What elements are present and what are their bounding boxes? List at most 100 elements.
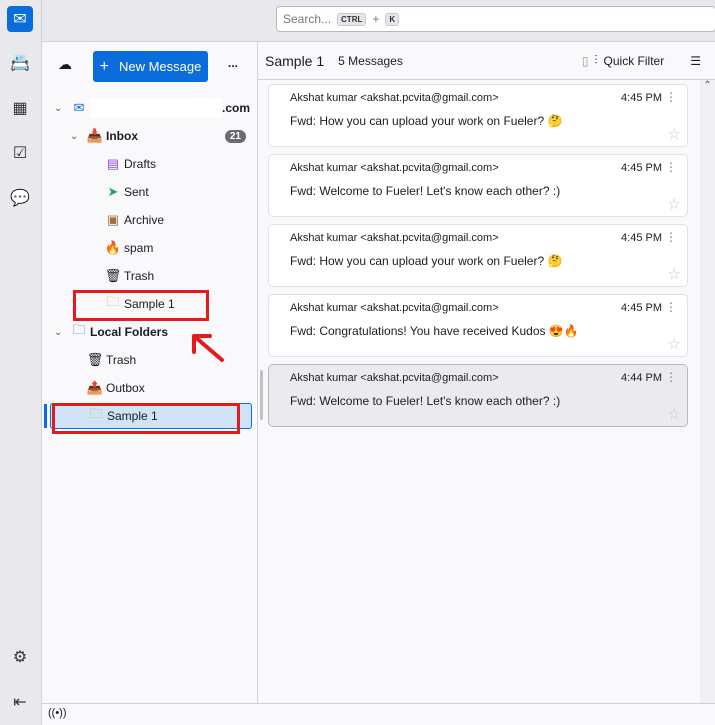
collapse-icon[interactable]: ⇤ — [7, 689, 33, 715]
account-label: .com — [222, 101, 251, 115]
message-list-pane: Sample 1 5 Messages ▯ ⫶ Quick Filter ☰ A… — [258, 42, 715, 703]
more-menu-button[interactable]: ... — [228, 56, 238, 70]
folder-label: Local Folders — [90, 325, 169, 339]
chevron-down-icon: ⌄ — [54, 102, 63, 114]
folder-archive[interactable]: ▣ Archive — [42, 207, 258, 233]
quick-filter-icon: ⫶ — [594, 53, 598, 67]
chat-icon[interactable]: 💬 — [7, 185, 33, 211]
message-sender: Akshat kumar <akshat.pcvita@gmail.com> — [290, 372, 499, 384]
trash-icon: 🗑 — [104, 268, 122, 283]
spaces-toolbar: ✉ 📇 ▦ ☑ 💬 ⚙ ⇤ — [0, 0, 42, 725]
account-icon: ✉ — [73, 100, 85, 115]
unread-badge: 21 — [224, 129, 246, 143]
folder-account[interactable]: ⌄ ✉ .com — [42, 95, 258, 121]
annotation-box — [52, 403, 240, 434]
message-sender: Akshat kumar <akshat.pcvita@gmail.com> — [290, 92, 499, 104]
search-input[interactable]: Search... CTRL + K — [276, 6, 715, 32]
inbox-icon: 📥 — [86, 128, 104, 143]
settings-icon[interactable]: ⚙ — [7, 644, 33, 670]
outbox-icon: 📤 — [86, 380, 104, 395]
folder-inbox[interactable]: ⌄ 📥 Inbox 21 — [42, 123, 258, 149]
annotation-box — [73, 290, 209, 321]
message-subject: Fwd: Welcome to Fueler! Let's know each … — [290, 394, 561, 408]
redacted-area — [90, 98, 222, 118]
message-sender: Akshat kumar <akshat.pcvita@gmail.com> — [290, 232, 499, 244]
chevron-down-icon: ⌄ — [70, 130, 79, 142]
new-message-label: New Message — [118, 59, 202, 74]
message-menu-icon[interactable]: ⋮ — [665, 160, 677, 174]
mail-icon[interactable]: ✉ — [7, 6, 33, 32]
local-folders-icon: 🗀 — [72, 322, 86, 337]
folder-label: Inbox — [106, 129, 138, 143]
star-icon[interactable]: ☆ — [668, 405, 681, 423]
star-icon[interactable]: ☆ — [668, 195, 681, 213]
shortcut-key: CTRL — [337, 12, 367, 26]
message-subject: Fwd: Congratulations! You have received … — [290, 324, 579, 338]
online-status-icon[interactable]: ((•)) — [48, 707, 67, 719]
chevron-down-icon: ⌄ — [54, 326, 63, 338]
message-time: 4:45 PM — [621, 162, 662, 174]
folder-label: Trash — [106, 353, 137, 367]
folder-label: Trash — [124, 269, 155, 283]
get-messages-icon[interactable]: ☁ — [58, 56, 72, 73]
star-icon[interactable]: ☆ — [668, 125, 681, 143]
folder-outbox[interactable]: 📤 Outbox — [42, 375, 258, 401]
archive-icon: ▣ — [106, 212, 120, 227]
shortcut-plus: + — [372, 12, 380, 26]
message-menu-icon[interactable]: ⋮ — [665, 370, 677, 384]
folder-spam[interactable]: 🔥 spam — [42, 235, 258, 261]
message-menu-icon[interactable]: ⋮ — [665, 300, 677, 314]
message-card[interactable]: Akshat kumar <akshat.pcvita@gmail.com> 4… — [268, 364, 688, 427]
top-bar: Search... CTRL + K — [42, 0, 715, 42]
folder-drafts[interactable]: ▤ Drafts — [42, 151, 258, 177]
folder-label: spam — [124, 241, 154, 255]
folder-pane: ☁ + New Message ... ⌄ ✉ .com ⌄ 📥 Inbox 21… — [42, 42, 258, 703]
address-book-icon[interactable]: 📇 — [7, 50, 33, 76]
star-icon[interactable]: ☆ — [668, 265, 681, 283]
scroll-up-icon[interactable]: ⌃ — [700, 80, 715, 91]
message-time: 4:44 PM — [621, 372, 662, 384]
message-time: 4:45 PM — [621, 232, 662, 244]
message-subject: Fwd: How you can upload your work on Fue… — [290, 254, 563, 268]
folder-label: Outbox — [106, 381, 145, 395]
spam-icon: 🔥 — [104, 240, 122, 255]
message-card[interactable]: Akshat kumar <akshat.pcvita@gmail.com> 4… — [268, 294, 688, 357]
message-menu-icon[interactable]: ⋮ — [665, 90, 677, 104]
filter-toggle[interactable]: ▯ — [582, 54, 589, 68]
message-time: 4:45 PM — [621, 92, 662, 104]
message-count: 5 Messages — [338, 53, 403, 68]
folder-trash[interactable]: 🗑 Trash — [42, 263, 258, 289]
trash-icon: 🗑 — [86, 352, 104, 367]
annotation-arrow — [192, 334, 224, 362]
new-message-button[interactable]: + New Message — [93, 51, 208, 82]
status-bar: ((•)) — [42, 703, 715, 725]
folder-label: Sent — [124, 185, 149, 199]
sent-icon: ➤ — [107, 184, 119, 199]
star-icon[interactable]: ☆ — [668, 335, 681, 353]
plus-icon: + — [99, 57, 109, 75]
message-sender: Akshat kumar <akshat.pcvita@gmail.com> — [290, 162, 499, 174]
folder-label: Archive — [124, 213, 165, 227]
message-card[interactable]: Akshat kumar <akshat.pcvita@gmail.com> 4… — [268, 84, 688, 147]
message-subject: Fwd: Welcome to Fueler! Let's know each … — [290, 184, 561, 198]
pane-splitter[interactable] — [260, 370, 263, 420]
drafts-icon: ▤ — [106, 156, 120, 171]
folder-label: Drafts — [124, 157, 157, 171]
display-options-icon[interactable]: ☰ — [690, 54, 701, 68]
search-placeholder: Search... — [283, 12, 332, 26]
selection-indicator — [44, 404, 47, 428]
message-card[interactable]: Akshat kumar <akshat.pcvita@gmail.com> 4… — [268, 154, 688, 217]
message-list-header: Sample 1 5 Messages ▯ ⫶ Quick Filter ☰ — [258, 42, 715, 80]
message-time: 4:45 PM — [621, 302, 662, 314]
message-subject: Fwd: How you can upload your work on Fue… — [290, 114, 563, 128]
calendar-icon[interactable]: ▦ — [7, 95, 33, 121]
shortcut-key: K — [385, 12, 400, 26]
message-card[interactable]: Akshat kumar <akshat.pcvita@gmail.com> 4… — [268, 224, 688, 287]
scrollbar[interactable]: ⌃ — [700, 80, 715, 703]
folder-title: Sample 1 — [265, 52, 325, 69]
tasks-icon[interactable]: ☑ — [7, 140, 33, 166]
message-menu-icon[interactable]: ⋮ — [665, 230, 677, 244]
folder-sent[interactable]: ➤ Sent — [42, 179, 258, 205]
quick-filter-button[interactable]: Quick Filter — [604, 54, 665, 68]
message-sender: Akshat kumar <akshat.pcvita@gmail.com> — [290, 302, 499, 314]
